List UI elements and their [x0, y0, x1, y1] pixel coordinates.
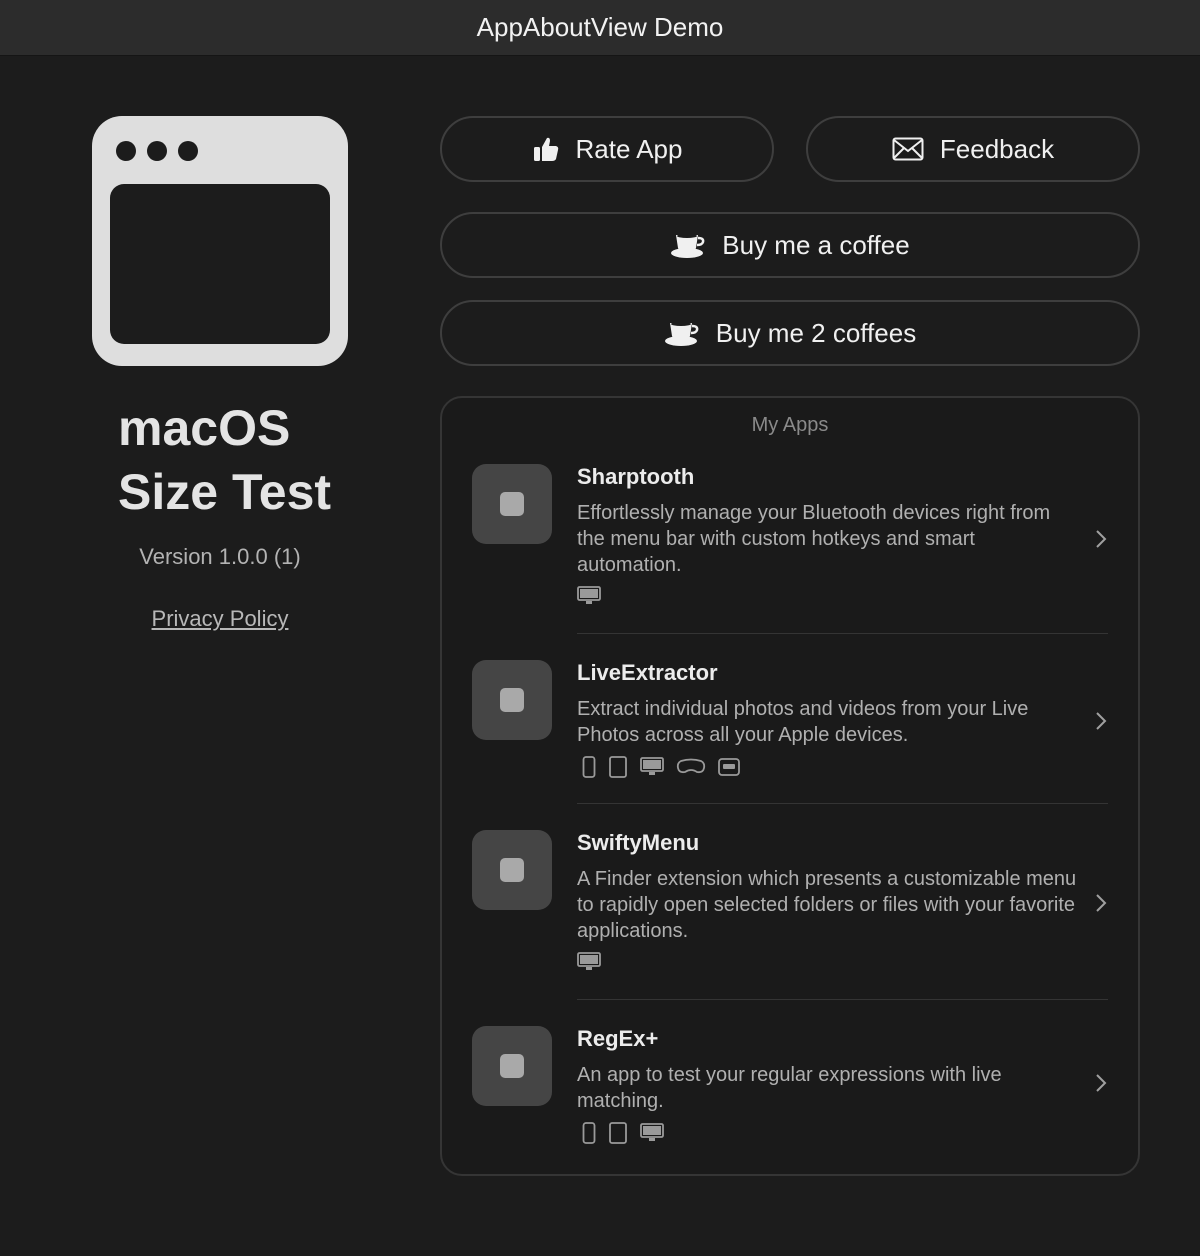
- app-row-platforms: [577, 586, 601, 606]
- buy-coffee-button[interactable]: Buy me a coffee: [440, 212, 1140, 278]
- rate-app-label: Rate App: [575, 133, 683, 164]
- feedback-button[interactable]: Feedback: [806, 116, 1140, 182]
- row-divider: [577, 633, 1108, 634]
- iphone-icon: [582, 1122, 596, 1144]
- mac-icon: [577, 952, 601, 970]
- app-placeholder-icon: [472, 464, 552, 544]
- apple-tv-icon: [718, 758, 740, 776]
- app-row-platforms: [582, 756, 740, 778]
- app-placeholder-icon: [472, 830, 552, 910]
- about-panel: macOS Size Test Version 1.0.0 (1) Privac…: [60, 56, 380, 756]
- iphone-icon: [582, 756, 596, 778]
- thumbs-up-icon: [533, 137, 558, 161]
- app-window-icon: [92, 116, 348, 366]
- app-row-sharptooth[interactable]: Sharptooth Effortlessly manage your Blue…: [442, 464, 1138, 634]
- app-version: Version 1.0.0 (1): [139, 544, 301, 569]
- app-row-regex-plus[interactable]: RegEx+ An app to test your regular expre…: [442, 1026, 1138, 1156]
- app-name-line2: Size Test: [118, 464, 332, 520]
- app-row-description: An app to test your regular expressions …: [577, 1064, 1002, 1112]
- mac-icon: [640, 1123, 664, 1141]
- app-row-description: A Finder extension which presents a cust…: [577, 868, 1077, 942]
- app-row-name: SwiftyMenu: [577, 830, 700, 855]
- buy-coffee-label: Buy me a coffee: [722, 229, 910, 260]
- privacy-policy-link[interactable]: Privacy Policy: [60, 606, 380, 632]
- app-name: macOS Size Test: [118, 396, 378, 524]
- mac-icon: [577, 586, 601, 604]
- buy-two-coffees-button[interactable]: Buy me 2 coffees: [440, 300, 1140, 366]
- app-row-swiftymenu[interactable]: SwiftyMenu A Finder extension which pres…: [442, 830, 1138, 1000]
- vision-pro-icon: [676, 758, 706, 774]
- ipad-icon: [609, 756, 627, 778]
- ipad-icon: [609, 1122, 627, 1144]
- app-row-description: Effortlessly manage your Bluetooth devic…: [577, 502, 1051, 576]
- app-row-platforms: [577, 952, 601, 972]
- app-row-platforms: [582, 1122, 664, 1144]
- app-row-description: Extract individual photos and videos fro…: [577, 698, 1029, 746]
- rate-app-button[interactable]: Rate App: [440, 116, 774, 182]
- app-name-line1: macOS: [118, 400, 291, 456]
- app-row-name: LiveExtractor: [577, 660, 718, 685]
- coffee-cup-icon: [671, 234, 705, 258]
- chevron-right-icon: [1096, 894, 1107, 912]
- coffee-cup-icon: [664, 322, 699, 346]
- app-row-name: RegEx+: [577, 1026, 659, 1051]
- app-placeholder-icon: [472, 660, 552, 740]
- envelope-icon: [892, 137, 924, 161]
- buy-two-coffees-label: Buy me 2 coffees: [715, 317, 917, 348]
- my-apps-title: My Apps: [751, 414, 829, 436]
- chevron-right-icon: [1096, 530, 1107, 548]
- my-apps-panel: My Apps Sharptooth Effortlessly manage y…: [440, 396, 1140, 1176]
- row-divider: [577, 999, 1108, 1000]
- app-row-name: Sharptooth: [577, 464, 695, 489]
- chevron-right-icon: [1096, 712, 1107, 730]
- app-row-liveextractor[interactable]: LiveExtractor Extract individual photos …: [442, 660, 1138, 804]
- chevron-right-icon: [1096, 1074, 1107, 1092]
- app-placeholder-icon: [472, 1026, 552, 1106]
- mac-icon: [640, 757, 664, 775]
- feedback-label: Feedback: [939, 133, 1055, 164]
- row-divider: [577, 803, 1108, 804]
- window-title: AppAboutView Demo: [476, 12, 724, 42]
- window-titlebar: AppAboutView Demo: [0, 0, 1200, 56]
